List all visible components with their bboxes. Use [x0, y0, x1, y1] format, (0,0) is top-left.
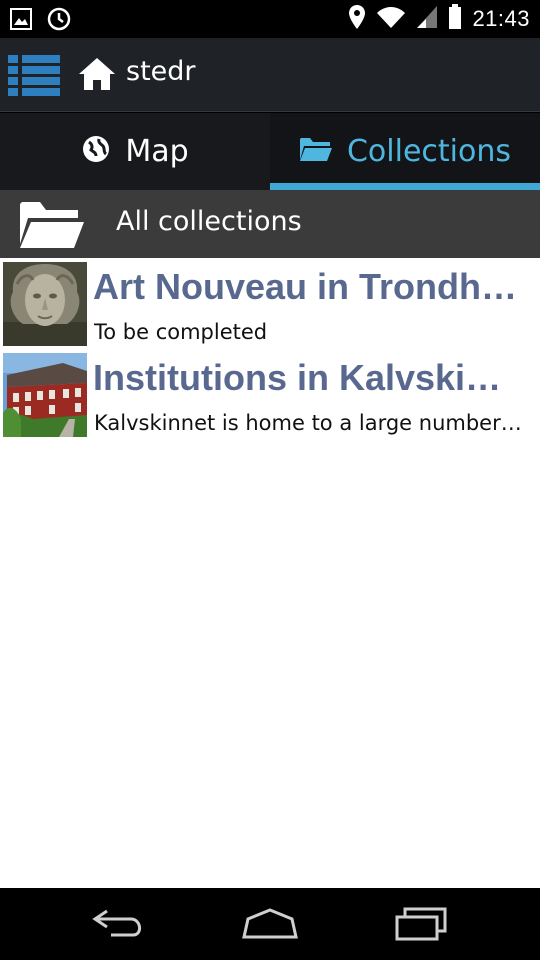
collection-description: To be completed: [94, 320, 268, 344]
recent-apps-icon[interactable]: [386, 902, 456, 946]
thumbnail-red-house: [3, 353, 87, 437]
collection-title: Institutions in Kalvskinnet: [93, 357, 523, 398]
home-icon[interactable]: [76, 52, 118, 96]
all-collections-header[interactable]: All collections: [0, 190, 540, 258]
action-bar: stedr: [0, 38, 540, 112]
tab-bar: Map Collections: [0, 113, 540, 190]
signal-icon: [416, 5, 438, 34]
gallery-icon: [10, 8, 32, 35]
folder-icon: [299, 136, 333, 167]
app-title: stedr: [126, 56, 196, 87]
tab-collections[interactable]: Collections: [270, 113, 540, 190]
selected-tab-indicator: [270, 183, 540, 190]
collections-list: Art Nouveau in Trondheim To be completed: [0, 258, 540, 888]
tab-collections-label: Collections: [346, 134, 512, 169]
collection-title: Art Nouveau in Trondheim: [93, 266, 523, 307]
sync-icon: [46, 6, 72, 37]
collection-description: Kalvskinnet is home to a large number of…: [94, 411, 522, 435]
battery-icon: [448, 3, 462, 35]
list-menu-icon[interactable]: [4, 48, 64, 102]
tab-map[interactable]: Map: [0, 113, 270, 190]
list-item[interactable]: Art Nouveau in Trondheim To be completed: [0, 258, 540, 348]
all-collections-label: All collections: [116, 206, 302, 237]
system-nav-bar: [0, 888, 540, 960]
home-nav-icon[interactable]: [235, 902, 305, 946]
status-bar: 21:43: [0, 0, 540, 38]
list-item[interactable]: Institutions in Kalvskinnet Kalvskinnet …: [0, 349, 540, 439]
back-icon[interactable]: [84, 902, 154, 946]
location-icon: [348, 4, 366, 35]
folder-open-icon: [18, 198, 86, 250]
wifi-icon: [376, 5, 406, 34]
tab-map-label: Map: [125, 134, 189, 169]
globe-icon: [81, 134, 111, 169]
clock: 21:43: [472, 6, 530, 31]
thumbnail-stone-face: [3, 262, 87, 346]
